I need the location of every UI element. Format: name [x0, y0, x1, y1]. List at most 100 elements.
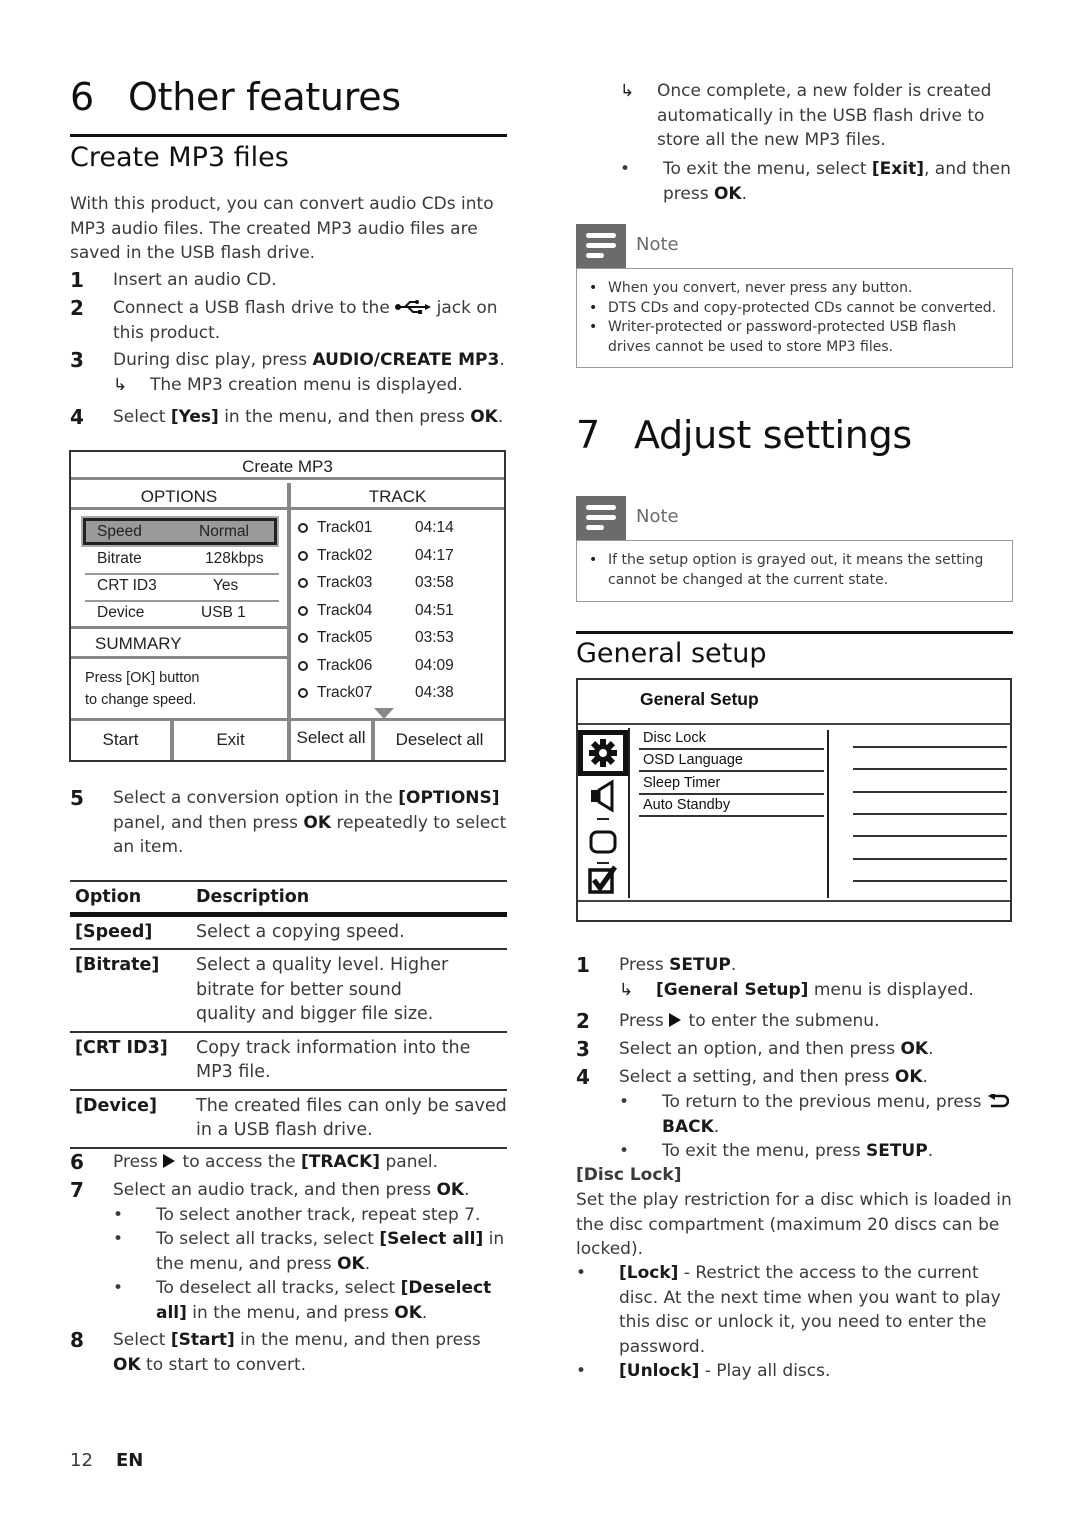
key-label: OK	[436, 1180, 465, 1200]
menu-label: [General Setup]	[656, 980, 809, 1000]
track-name: Track04	[317, 602, 373, 619]
divider	[578, 900, 1010, 902]
option-key: CRT ID3	[97, 577, 157, 594]
option-crt-id3[interactable]: CRT ID3 Yes	[83, 572, 277, 599]
track-name: Track05	[317, 629, 373, 646]
text: .	[922, 1067, 928, 1087]
menu-label: [Yes]	[170, 407, 219, 427]
value-line	[853, 746, 1007, 748]
step-text: Press to enter the submenu.	[619, 1009, 1013, 1034]
table-row: [Bitrate] Select a quality level. Higher…	[70, 950, 507, 1033]
track-duration: 04:38	[415, 684, 454, 701]
note-item: DTS CDs and copy-protected CDs cannot be…	[587, 299, 1002, 319]
option-label: [Unlock]	[619, 1361, 700, 1381]
speaker-icon[interactable]	[582, 776, 624, 816]
step-text: Insert an audio CD.	[113, 270, 277, 290]
option-value: 128kbps	[205, 550, 264, 567]
setup-step-3: 3 Select an option, and then press OK.	[576, 1037, 1013, 1062]
bullet-icon: •	[113, 1229, 124, 1249]
exit-button[interactable]: Exit	[174, 718, 287, 760]
bullet-text: To return to the previous menu, press BA…	[662, 1090, 1014, 1139]
gear-icon[interactable]	[578, 730, 628, 776]
summary-text: Press [OK] button to change speed.	[85, 667, 199, 711]
option-value: Normal	[199, 523, 249, 540]
note-box: When you convert, never press any button…	[576, 268, 1013, 368]
track-row[interactable]: Track03 03:58	[296, 569, 496, 596]
summary-header: SUMMARY	[95, 634, 182, 653]
screen-icon[interactable]	[582, 822, 624, 862]
option-bitrate[interactable]: Bitrate 128kbps	[83, 545, 277, 572]
deselect-all-button[interactable]: Deselect all	[375, 718, 504, 760]
key-label: BACK	[662, 1116, 714, 1137]
track-row[interactable]: Track02 04:17	[296, 542, 496, 569]
text: Select a setting, and then press	[619, 1067, 895, 1087]
track-name: Track01	[317, 519, 373, 536]
note-label: Note	[636, 234, 679, 255]
step-text: Select a setting, and then press OK.	[619, 1065, 1013, 1090]
value-line	[853, 791, 1007, 793]
track-duration: 03:53	[415, 629, 454, 646]
value-line	[853, 835, 1007, 837]
value-line	[853, 768, 1007, 770]
options-header: OPTIONS	[71, 483, 287, 510]
key-label: OK	[900, 1039, 929, 1059]
option-key: Speed	[97, 523, 142, 540]
text: Select	[113, 1330, 171, 1350]
menu-item-auto-standby[interactable]: Auto Standby	[639, 795, 824, 817]
text: To exit the menu, press	[662, 1141, 866, 1161]
track-duration: 04:09	[415, 657, 454, 674]
option-value: USB 1	[201, 604, 246, 621]
menu-item-sleep-timer[interactable]: Sleep Timer	[639, 773, 824, 795]
option-value: Yes	[213, 577, 239, 594]
setup-step-4: 4 Select a setting, and then press OK.	[576, 1065, 1013, 1090]
option-device[interactable]: Device USB 1	[83, 599, 277, 626]
step-6: 6 Press to access the [TRACK] panel.	[70, 1150, 507, 1175]
divider	[827, 730, 829, 898]
text: Select an option, and then press	[619, 1039, 901, 1059]
text: .	[421, 1302, 428, 1323]
bullet-text: To deselect all tracks, select [Deselect…	[156, 1276, 513, 1325]
track-row[interactable]: Track04 04:51	[296, 597, 496, 624]
track-name: Track02	[317, 547, 373, 564]
step-7: 7 Select an audio track, and then press …	[70, 1178, 507, 1203]
play-icon	[669, 1013, 682, 1027]
text: .	[364, 1253, 371, 1274]
menu-item-osd-language[interactable]: OSD Language	[639, 750, 824, 772]
bullet-icon: •	[576, 1263, 587, 1283]
divider	[71, 626, 287, 629]
track-row[interactable]: Track01 04:14	[296, 514, 496, 541]
setup-step-2: 2 Press to enter the submenu.	[576, 1009, 1013, 1034]
note-icon	[576, 496, 626, 540]
key-label: OK	[470, 407, 498, 427]
bullet-item: • [Unlock] - Play all discs.	[576, 1359, 1013, 1384]
result-arrow-icon: ↳	[113, 375, 128, 395]
usb-icon	[395, 297, 432, 314]
menu-title: Create MP3	[71, 452, 504, 480]
select-all-button[interactable]: Select all	[291, 718, 375, 760]
radio-circle-icon	[298, 551, 308, 561]
option-label: [Lock]	[619, 1263, 679, 1283]
chapter-title: Other features	[128, 75, 401, 119]
radio-circle-icon	[298, 523, 308, 533]
note-item: If the setup option is grayed out, it me…	[587, 551, 1002, 590]
page-footer: 12 EN	[70, 1450, 143, 1471]
track-row[interactable]: Track06 04:09	[296, 652, 496, 679]
track-row[interactable]: Track05 03:53	[296, 624, 496, 651]
bullet-text: To select another track, repeat step 7.	[156, 1205, 481, 1225]
checkbox-icon[interactable]	[582, 860, 624, 900]
track-row[interactable]: Track07 04:38	[296, 679, 496, 706]
setup-step-1: 1 Press SETUP.	[576, 953, 1013, 978]
key-label: OK	[337, 1253, 365, 1274]
option-cell: [CRT ID3]	[75, 1037, 168, 1058]
note-header: Note	[576, 496, 1013, 540]
divider	[597, 818, 609, 820]
option-speed[interactable]: Speed Normal	[83, 518, 277, 545]
bullet-text: [Lock] - Restrict the access to the curr…	[619, 1261, 1013, 1359]
menu-item-disc-lock[interactable]: Disc Lock	[639, 728, 824, 750]
start-button[interactable]: Start	[71, 718, 174, 760]
bullet-text: To select all tracks, select [Select all…	[156, 1227, 513, 1276]
bullet-icon: •	[619, 1092, 630, 1112]
text: Select an audio track, and then press	[113, 1180, 437, 1200]
key-label: OK	[713, 183, 742, 204]
page-number: 12	[70, 1450, 93, 1471]
